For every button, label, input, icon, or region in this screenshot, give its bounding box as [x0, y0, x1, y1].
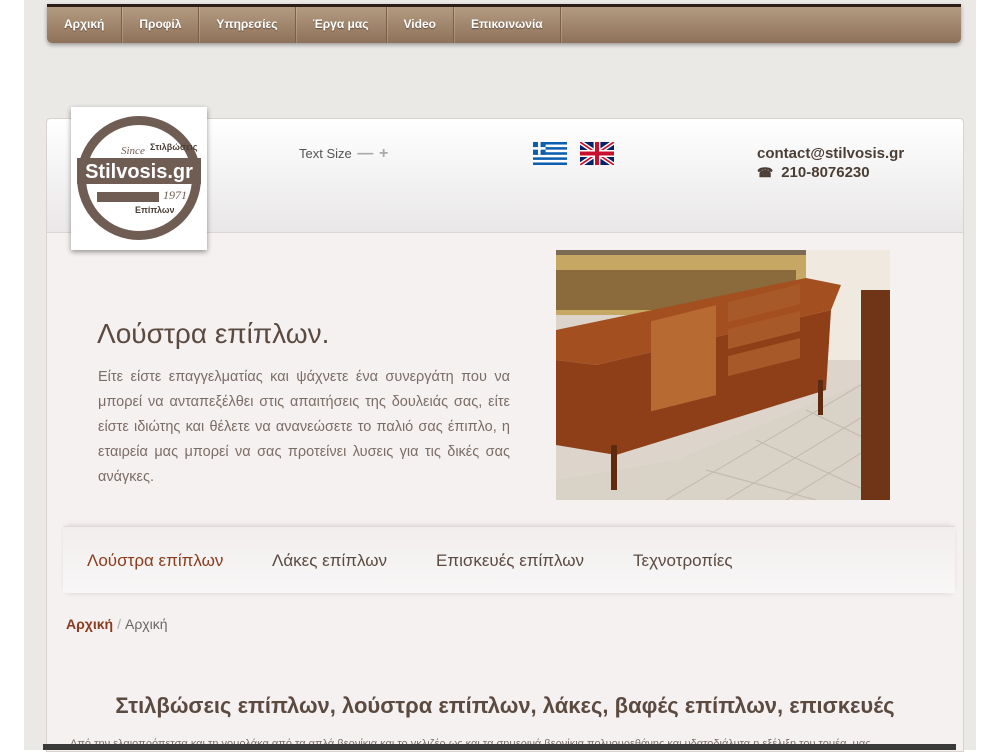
svg-text:Επίπλων: Επίπλων	[135, 205, 174, 215]
breadcrumb-home-link[interactable]: Αρχική	[66, 616, 113, 632]
svg-text:Since: Since	[121, 145, 145, 157]
nav-item-home[interactable]: Αρχική	[47, 7, 123, 43]
contact-info: contact@stilvosis.gr ☎ 210-8076230	[757, 144, 904, 182]
greek-flag-icon[interactable]	[533, 142, 567, 165]
svg-text:Stilvosis.gr: Stilvosis.gr	[85, 161, 193, 183]
text-size-control: Text Size — +	[299, 145, 388, 163]
svg-text:1971: 1971	[163, 188, 187, 202]
svg-text:Στιλβώσεις: Στιλβώσεις	[150, 142, 198, 152]
uk-flag-icon[interactable]	[580, 142, 614, 165]
contact-phone[interactable]: 210-8076230	[781, 164, 869, 181]
nav-item-services[interactable]: Υπηρεσίες	[199, 7, 296, 43]
subtab-bar: Λούστρα επίπλων Λάκες επίπλων Επισκευές …	[63, 526, 955, 593]
contact-email[interactable]: contact@stilvosis.gr	[757, 144, 904, 163]
top-navigation: Αρχική Προφίλ Υπηρεσίες Έργα μας Video Ε…	[47, 4, 961, 43]
bottom-bar	[43, 744, 956, 750]
phone-icon: ☎	[757, 165, 774, 180]
site-header: Since Στιλβώσεις Stilvosis.gr 1971 Επίπλ…	[47, 107, 963, 250]
furniture-photo-icon	[556, 250, 890, 500]
nav-item-profile[interactable]: Προφίλ	[122, 7, 200, 43]
hero-text: Είτε είστε επαγγελματίας και ψάχνετε ένα…	[98, 369, 510, 485]
text-size-label: Text Size	[299, 146, 352, 161]
content-title: Στιλβώσεις επίπλων, λούστρα επίπλων, λάκ…	[115, 693, 895, 718]
breadcrumb-separator: /	[117, 616, 121, 632]
breadcrumb: Αρχική / Αρχική	[66, 616, 168, 632]
main-panel: Since Στιλβώσεις Stilvosis.gr 1971 Επίπλ…	[46, 107, 964, 752]
text-size-decrease-button[interactable]: —	[357, 145, 373, 162]
breadcrumb-current: Αρχική	[124, 616, 168, 632]
hero-title: Λούστρα επίπλων.	[97, 318, 330, 349]
logo-emblem-icon: Since Στιλβώσεις Stilvosis.gr 1971 Επίπλ…	[77, 116, 201, 240]
subtab-repairs[interactable]: Επισκευές επίπλων	[436, 551, 584, 571]
nav-item-video[interactable]: Video	[387, 7, 454, 43]
contact-phone-row: ☎ 210-8076230	[757, 163, 904, 182]
nav-item-projects[interactable]: Έργα μας	[296, 7, 387, 43]
text-size-increase-button[interactable]: +	[379, 145, 388, 162]
nav-item-contact[interactable]: Επικοινωνία	[454, 7, 561, 43]
logo[interactable]: Since Στιλβώσεις Stilvosis.gr 1971 Επίπλ…	[71, 107, 207, 250]
hero-image	[556, 250, 890, 500]
subtab-lacquer-furniture[interactable]: Λούστρα επίπλων	[87, 551, 223, 571]
subtab-techniques[interactable]: Τεχνοτροπίες	[633, 551, 733, 571]
subtab-lakes[interactable]: Λάκες επίπλων	[272, 551, 387, 571]
